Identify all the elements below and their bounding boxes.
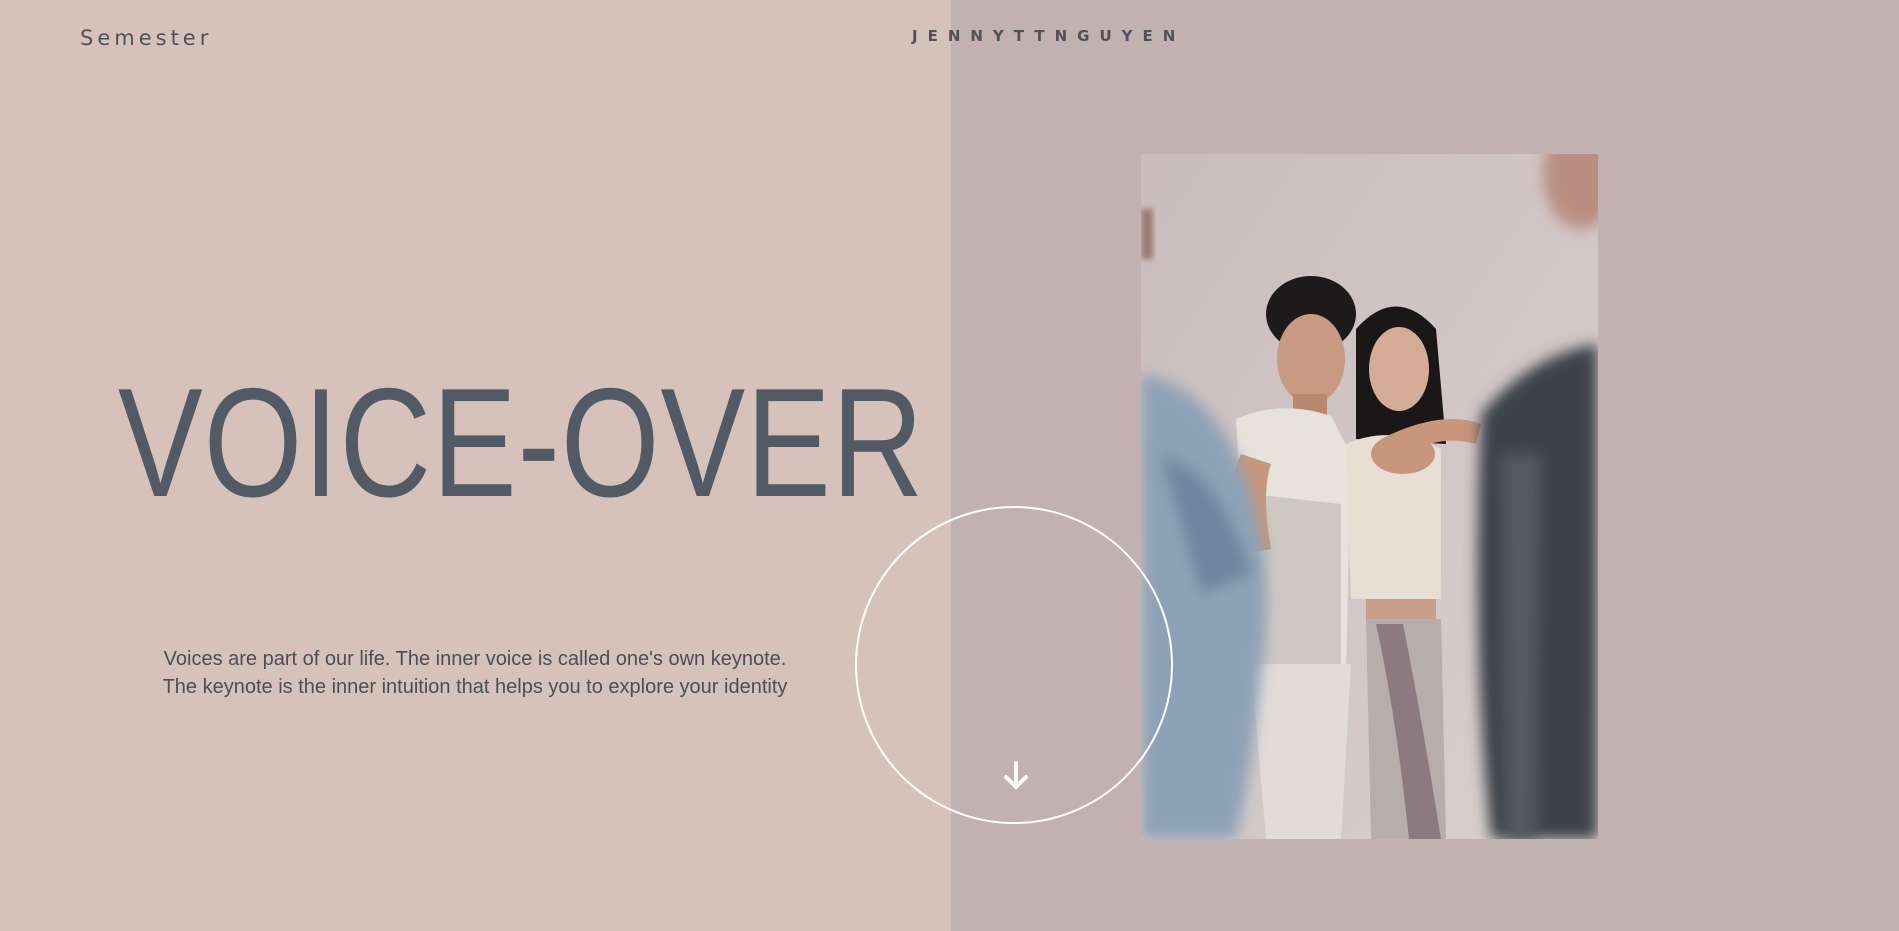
hero-intro-line-2: The keynote is the inner intuition that …: [162, 676, 788, 698]
hero-photo-image: [1141, 154, 1598, 839]
hero-intro: Voices are part of our life. The inner v…: [100, 645, 850, 701]
hero-photo: [1141, 154, 1598, 839]
arrow-down-icon[interactable]: [1002, 761, 1030, 791]
hero-intro-line-1: Voices are part of our life. The inner v…: [163, 648, 787, 670]
hero-title: VOICE-OVER: [118, 356, 925, 529]
author-link[interactable]: JENNYTTNGUYEN: [912, 27, 1185, 45]
brand-link[interactable]: Semester: [80, 26, 212, 50]
